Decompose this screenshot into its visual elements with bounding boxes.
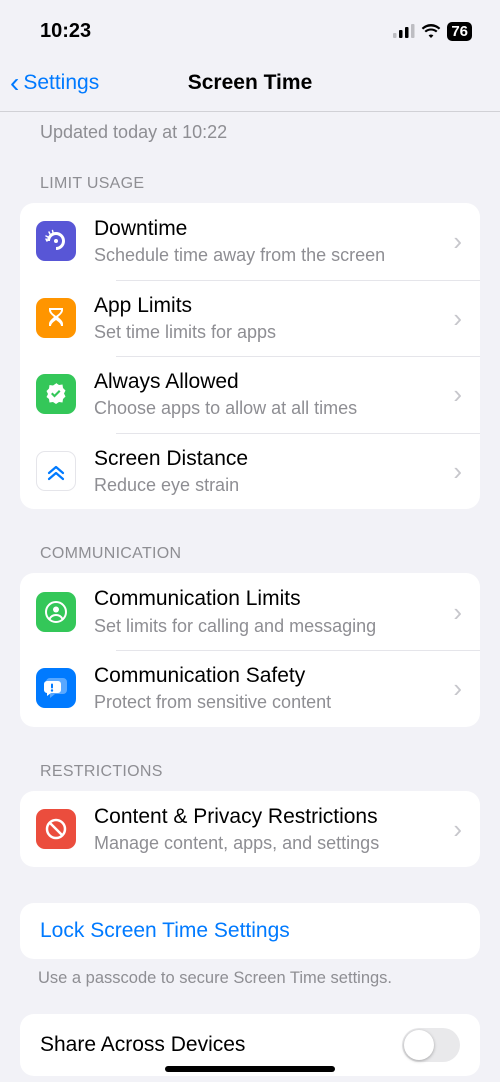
row-title: Communication Limits	[94, 585, 445, 612]
row-title: Downtime	[94, 215, 445, 242]
home-indicator[interactable]	[165, 1066, 335, 1072]
section-header-comm: COMMUNICATION	[0, 509, 500, 573]
row-sub: Set limits for calling and messaging	[94, 614, 445, 638]
row-always-allowed[interactable]: Always Allowed Choose apps to allow at a…	[20, 356, 480, 433]
distance-icon	[36, 451, 76, 491]
list-group-lock: Lock Screen Time Settings	[20, 903, 480, 959]
chevron-right-icon: ›	[453, 305, 462, 331]
lock-settings-button[interactable]: Lock Screen Time Settings	[20, 903, 480, 959]
row-sub: Set time limits for apps	[94, 320, 445, 344]
row-title: Communication Safety	[94, 662, 445, 689]
chevron-right-icon: ›	[453, 675, 462, 701]
list-group-limit: Downtime Schedule time away from the scr…	[20, 203, 480, 509]
updated-label: Updated today at 10:22	[0, 112, 500, 143]
row-title: Screen Distance	[94, 445, 445, 472]
lock-footer: Use a passcode to secure Screen Time set…	[0, 959, 500, 988]
row-title: Content & Privacy Restrictions	[94, 803, 445, 830]
share-label: Share Across Devices	[40, 1033, 245, 1057]
chevron-right-icon: ›	[453, 458, 462, 484]
row-sub: Protect from sensitive content	[94, 690, 445, 714]
wifi-icon	[421, 24, 441, 38]
row-content-privacy[interactable]: Content & Privacy Restrictions Manage co…	[20, 791, 480, 868]
row-title: App Limits	[94, 292, 445, 319]
status-time: 10:23	[40, 20, 91, 43]
chevron-right-icon: ›	[453, 228, 462, 254]
chevron-right-icon: ›	[453, 816, 462, 842]
back-button[interactable]: ‹ Settings	[0, 69, 99, 97]
downtime-icon	[36, 221, 76, 261]
back-label: Settings	[23, 71, 99, 95]
no-sign-icon	[36, 809, 76, 849]
cellular-icon	[393, 24, 415, 38]
chevron-right-icon: ›	[453, 599, 462, 625]
row-screen-distance[interactable]: Screen Distance Reduce eye strain ›	[20, 433, 480, 510]
row-title: Always Allowed	[94, 368, 445, 395]
row-app-limits[interactable]: App Limits Set time limits for apps ›	[20, 280, 480, 357]
list-group-comm: Communication Limits Set limits for call…	[20, 573, 480, 726]
row-comm-limits[interactable]: Communication Limits Set limits for call…	[20, 573, 480, 650]
check-badge-icon	[36, 374, 76, 414]
row-sub: Manage content, apps, and settings	[94, 831, 445, 855]
row-sub: Reduce eye strain	[94, 473, 445, 497]
status-bar: 10:23 76	[0, 0, 500, 54]
person-circle-icon	[36, 592, 76, 632]
row-sub: Choose apps to allow at all times	[94, 396, 445, 420]
chevron-left-icon: ‹	[10, 69, 19, 97]
bubble-warn-icon	[36, 668, 76, 708]
chevron-right-icon: ›	[453, 381, 462, 407]
list-group-restrict: Content & Privacy Restrictions Manage co…	[20, 791, 480, 868]
share-toggle[interactable]	[402, 1028, 460, 1062]
row-sub: Schedule time away from the screen	[94, 243, 445, 267]
hourglass-icon	[36, 298, 76, 338]
row-downtime[interactable]: Downtime Schedule time away from the scr…	[20, 203, 480, 280]
nav-header: ‹ Settings Screen Time	[0, 54, 500, 112]
status-icons: 76	[393, 22, 472, 41]
battery-icon: 76	[447, 22, 472, 41]
row-comm-safety[interactable]: Communication Safety Protect from sensit…	[20, 650, 480, 727]
section-header-limit: LIMIT USAGE	[0, 143, 500, 203]
section-header-restrict: RESTRICTIONS	[0, 727, 500, 791]
